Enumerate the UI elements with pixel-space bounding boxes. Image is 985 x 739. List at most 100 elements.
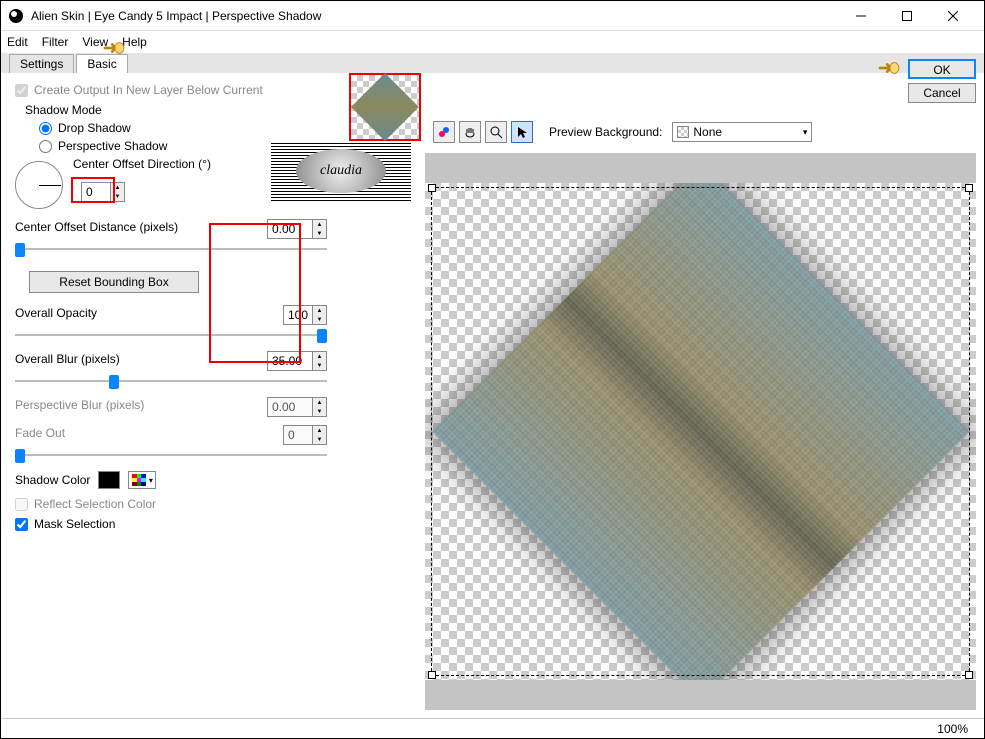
menu-edit[interactable]: Edit	[7, 35, 28, 49]
spinner-up-icon[interactable]: ▲	[313, 220, 326, 229]
close-button[interactable]	[930, 1, 976, 31]
spinner-up-icon[interactable]: ▲	[313, 352, 326, 361]
create-output-label: Create Output In New Layer Below Current	[34, 83, 263, 97]
perspective-blur-input	[268, 398, 312, 416]
preview-canvas-wrap	[425, 153, 976, 710]
shadow-color-palette[interactable]	[128, 471, 156, 489]
tab-settings[interactable]: Settings	[9, 54, 74, 73]
mask-selection-checkbox[interactable]: Mask Selection	[15, 517, 327, 531]
mask-selection-label: Mask Selection	[34, 517, 115, 531]
pointer-hand-icon	[878, 59, 900, 77]
zoom-level: 100%	[937, 722, 968, 736]
app-icon	[9, 9, 23, 23]
preview-toolbar: Preview Background: None	[433, 121, 812, 143]
shadow-color-swatch[interactable]	[98, 471, 120, 489]
menu-filter[interactable]: Filter	[42, 35, 69, 49]
spinner-up-icon: ▲	[313, 398, 326, 407]
preview-panel: Preview Background: None OK Cancel	[341, 73, 984, 718]
overall-blur-input[interactable]	[268, 352, 312, 370]
spinner-up-icon[interactable]: ▲	[111, 183, 124, 192]
canvas-top-gray	[425, 153, 976, 183]
handle-bottom-left[interactable]	[428, 671, 436, 679]
radio-drop-shadow-input[interactable]	[39, 122, 52, 135]
pointer-hand-icon	[103, 39, 125, 57]
radio-perspective-shadow-label: Perspective Shadow	[58, 139, 167, 153]
radio-drop-shadow-label: Drop Shadow	[58, 121, 131, 135]
transparency-icon	[677, 126, 689, 138]
ok-button[interactable]: OK	[908, 59, 976, 79]
center-offset-distance-spinner[interactable]: ▲▼	[267, 219, 327, 239]
handle-bottom-right[interactable]	[965, 671, 973, 679]
handle-top-right[interactable]	[965, 184, 973, 192]
handle-top-left[interactable]	[428, 184, 436, 192]
center-offset-distance-row: Center Offset Distance (pixels) ▲▼	[15, 219, 327, 257]
overall-opacity-input[interactable]	[284, 306, 312, 324]
create-output-checkbox[interactable]: Create Output In New Layer Below Current	[15, 83, 327, 97]
tool-pointer[interactable]	[511, 121, 533, 143]
window-title: Alien Skin | Eye Candy 5 Impact | Perspe…	[31, 9, 838, 23]
mask-selection-check[interactable]	[15, 518, 28, 531]
thumbnail-image	[351, 73, 419, 141]
menu-bar: Edit Filter View Help	[1, 31, 984, 53]
window-controls	[838, 1, 976, 31]
bounding-box[interactable]	[431, 187, 970, 676]
spinner-down-icon[interactable]: ▼	[111, 192, 124, 201]
tool-hand[interactable]	[459, 121, 481, 143]
maximize-button[interactable]	[884, 1, 930, 31]
direction-dial[interactable]	[15, 161, 63, 209]
main-area: Create Output In New Layer Below Current…	[1, 73, 984, 718]
radio-drop-shadow[interactable]: Drop Shadow	[39, 121, 327, 135]
title-bar: Alien Skin | Eye Candy 5 Impact | Perspe…	[1, 1, 984, 31]
overall-opacity-slider[interactable]	[15, 327, 327, 343]
reflect-selection-color-label: Reflect Selection Color	[34, 497, 156, 511]
overall-blur-label: Overall Blur (pixels)	[15, 352, 120, 366]
status-bar: 100%	[1, 718, 984, 738]
shadow-color-row: Shadow Color	[15, 471, 327, 489]
spinner-down-icon: ▼	[313, 435, 326, 444]
center-offset-direction-label: Center Offset Direction (°)	[73, 157, 211, 171]
shadow-color-label: Shadow Color	[15, 473, 90, 487]
overall-blur-row: Overall Blur (pixels) ▲▼	[15, 351, 327, 389]
spinner-down-icon[interactable]: ▼	[313, 315, 326, 324]
perspective-blur-label: Perspective Blur (pixels)	[15, 398, 144, 412]
spinner-down-icon[interactable]: ▼	[313, 361, 326, 370]
perspective-blur-spinner: ▲▼	[267, 397, 327, 417]
center-offset-distance-input[interactable]	[268, 220, 312, 238]
fade-out-row: Fade Out ▲▼	[15, 425, 327, 463]
dialog-buttons: OK Cancel	[908, 59, 976, 103]
reflect-selection-color-check	[15, 498, 28, 511]
perspective-blur-row: Perspective Blur (pixels) ▲▼	[15, 397, 327, 417]
overall-blur-slider[interactable]	[15, 373, 327, 389]
overall-opacity-label: Overall Opacity	[15, 306, 97, 320]
fade-out-slider	[15, 447, 327, 463]
tab-strip: Settings Basic	[1, 53, 984, 73]
preview-background-value: None	[693, 125, 722, 139]
cancel-button[interactable]: Cancel	[908, 83, 976, 103]
watermark-text: claudia	[296, 149, 386, 193]
preview-canvas[interactable]	[425, 183, 976, 680]
spinner-up-icon[interactable]: ▲	[313, 306, 326, 315]
center-offset-direction-spinner[interactable]: ▲▼	[81, 182, 125, 202]
fade-out-label: Fade Out	[15, 426, 65, 440]
center-offset-distance-slider[interactable]	[15, 241, 327, 257]
shadow-mode-label: Shadow Mode	[25, 103, 327, 117]
minimize-button[interactable]	[838, 1, 884, 31]
spinner-down-icon: ▼	[313, 407, 326, 416]
center-offset-distance-label: Center Offset Distance (pixels)	[15, 220, 178, 234]
center-offset-direction-input[interactable]	[82, 183, 110, 201]
radio-perspective-shadow-input[interactable]	[39, 140, 52, 153]
tool-eyedropper[interactable]	[433, 121, 455, 143]
fade-out-input	[284, 426, 312, 444]
spinner-down-icon[interactable]: ▼	[313, 229, 326, 238]
tool-zoom[interactable]	[485, 121, 507, 143]
preview-background-label: Preview Background:	[549, 125, 662, 139]
overall-opacity-row: Overall Opacity ▲▼	[15, 305, 327, 343]
overall-blur-spinner[interactable]: ▲▼	[267, 351, 327, 371]
preview-background-combo[interactable]: None	[672, 122, 812, 142]
navigator-thumbnail[interactable]	[349, 73, 421, 141]
canvas-bottom-gray	[425, 680, 976, 710]
menu-help[interactable]: Help	[122, 35, 147, 49]
reset-bounding-box-button[interactable]: Reset Bounding Box	[29, 271, 199, 293]
create-output-check[interactable]	[15, 84, 28, 97]
overall-opacity-spinner[interactable]: ▲▼	[283, 305, 327, 325]
